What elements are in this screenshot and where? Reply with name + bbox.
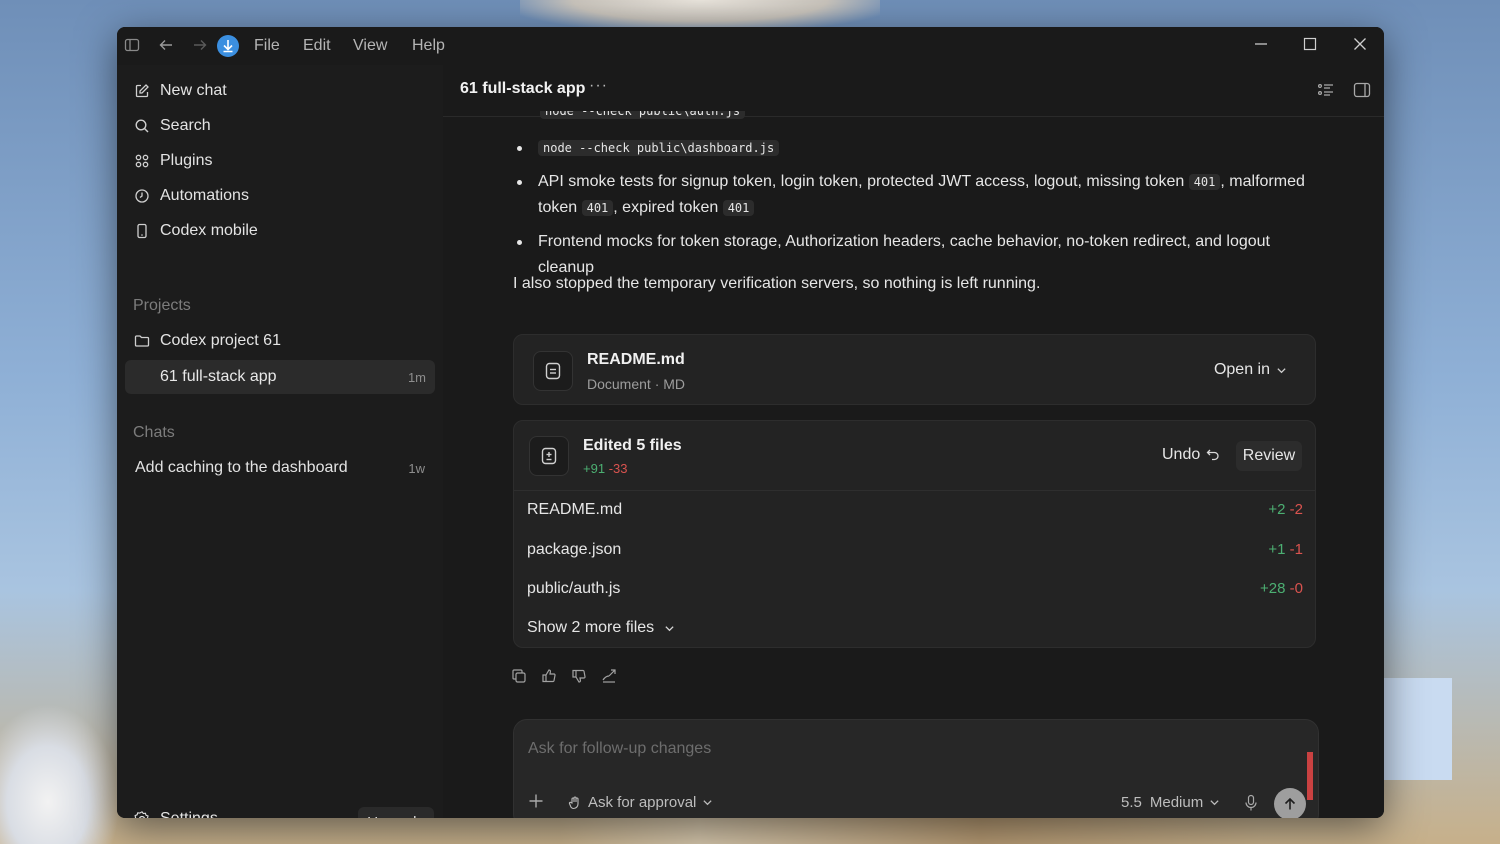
download-update-icon[interactable] xyxy=(217,35,239,57)
readme-subtitle: Document · MD xyxy=(587,376,686,392)
show-more-files-button[interactable]: Show 2 more files xyxy=(527,619,675,637)
sidebar-toggle-icon[interactable] xyxy=(123,37,141,55)
chevron-down-icon xyxy=(665,625,674,631)
maximize-icon[interactable] xyxy=(1299,35,1321,57)
sidebar-item-plugins[interactable]: Plugins xyxy=(133,147,212,175)
chevron-down-icon xyxy=(703,800,713,806)
edited-files-stats: +91 -33 xyxy=(583,461,628,476)
inline-code: 401 xyxy=(1188,174,1221,190)
thumbs-down-icon[interactable] xyxy=(571,668,587,684)
more-options-button[interactable]: ··· xyxy=(589,77,608,95)
page-title: 61 full-stack app xyxy=(460,80,586,97)
thumbs-up-icon[interactable] xyxy=(541,668,557,684)
table-row[interactable]: package.json +1 -1 xyxy=(527,541,1303,567)
upgrade-button[interactable]: Upgrade xyxy=(358,807,434,818)
chat-time: 1w xyxy=(408,461,425,476)
undo-button[interactable]: Undo xyxy=(1162,446,1220,464)
list-view-icon[interactable] xyxy=(1317,81,1335,99)
inline-code: node --check public\dashboard.js xyxy=(538,140,780,156)
thread-time: 1m xyxy=(407,369,426,385)
background-ground xyxy=(560,814,1260,844)
send-button[interactable] xyxy=(1274,788,1306,818)
sidebar-item-new-chat[interactable]: New chat xyxy=(133,77,227,105)
arrow-up-icon xyxy=(1284,797,1296,810)
hand-icon xyxy=(568,795,579,809)
edit-icon xyxy=(133,82,151,100)
projects-section-label: Projects xyxy=(133,297,191,314)
file-name: package.json xyxy=(527,541,622,558)
menu-edit[interactable]: Edit xyxy=(303,37,331,55)
sidebar-project-item[interactable]: Codex project 61 xyxy=(133,327,281,355)
readme-title: README.md xyxy=(587,351,685,368)
phone-icon xyxy=(133,222,151,240)
chevron-down-icon xyxy=(1277,367,1286,373)
minimize-icon[interactable] xyxy=(1250,35,1272,57)
share-icon[interactable] xyxy=(601,668,617,684)
inline-code: 401 xyxy=(581,200,614,216)
project-name: Codex project 61 xyxy=(160,332,281,349)
file-name: README.md xyxy=(527,501,623,518)
table-row[interactable]: public/auth.js +28 -0 xyxy=(527,580,1303,606)
sidebar-thread-active[interactable]: 61 full-stack app 1m xyxy=(125,360,435,394)
chat-label: Add caching to the dashboard xyxy=(135,459,348,476)
title-bar: File Edit View Help xyxy=(117,27,1384,65)
file-diff-icon xyxy=(529,436,569,476)
add-attachment-icon[interactable] xyxy=(528,792,544,815)
sidebar-item-label: Search xyxy=(160,117,211,134)
close-icon[interactable] xyxy=(1349,35,1371,57)
app-window: File Edit View Help New chat Search Plug… xyxy=(117,27,1384,818)
background-snow xyxy=(0,704,120,844)
folder-icon xyxy=(133,332,151,350)
conversation-header: 61 full-stack app ··· xyxy=(443,65,1384,117)
grid-icon xyxy=(133,152,151,170)
main-panel: 61 full-stack app ··· node --check publi… xyxy=(443,65,1384,818)
table-row[interactable]: README.md +2 -2 xyxy=(527,501,1303,527)
chats-section-label: Chats xyxy=(133,424,175,441)
document-icon xyxy=(533,351,573,391)
settings-button[interactable]: Settings xyxy=(133,810,218,818)
sidebar-item-label: Codex mobile xyxy=(160,222,258,239)
sidebar-item-codex-mobile[interactable]: Codex mobile xyxy=(133,217,258,245)
message-paragraph: I also stopped the temporary verificatio… xyxy=(513,275,1041,292)
sidebar-item-label: New chat xyxy=(160,82,227,99)
model-selector-dropdown[interactable]: 5.5 Medium xyxy=(1121,794,1220,811)
sidebar: New chat Search Plugins Automations Code… xyxy=(117,65,443,818)
sidebar-item-search[interactable]: Search xyxy=(133,112,211,140)
undo-icon xyxy=(1206,449,1219,461)
back-arrow-icon[interactable] xyxy=(157,37,175,55)
sidebar-item-label: Automations xyxy=(160,187,249,204)
approval-mode-dropdown[interactable]: Ask for approval xyxy=(568,794,713,811)
readme-card[interactable]: README.md Document · MD Open in xyxy=(513,334,1316,405)
menu-view[interactable]: View xyxy=(353,37,387,55)
scrolled-code-fragment: node --check public\auth.js xyxy=(540,111,746,121)
panel-toggle-icon[interactable] xyxy=(1353,81,1371,99)
clock-icon xyxy=(133,187,151,205)
chevron-down-icon xyxy=(1210,800,1219,806)
follow-up-input[interactable]: Ask for follow-up changes xyxy=(528,740,711,758)
background-square xyxy=(1384,678,1452,780)
composer: Ask for follow-up changes Ask for approv… xyxy=(513,719,1319,818)
background-cloud xyxy=(520,0,880,30)
forward-arrow-icon[interactable] xyxy=(191,37,209,55)
gear-icon xyxy=(133,810,151,818)
file-name: public/auth.js xyxy=(527,580,621,597)
sidebar-item-automations[interactable]: Automations xyxy=(133,182,249,210)
review-button[interactable]: Review xyxy=(1236,441,1302,471)
composer-accent xyxy=(1307,752,1313,800)
copy-icon[interactable] xyxy=(511,668,527,684)
sidebar-item-label: Plugins xyxy=(160,152,213,169)
settings-label: Settings xyxy=(160,810,218,818)
open-in-button[interactable]: Open in xyxy=(1214,361,1287,379)
chat-item[interactable]: Add caching to the dashboard 1w xyxy=(135,459,435,477)
edited-files-title: Edited 5 files xyxy=(583,437,682,454)
edited-files-card: Edited 5 files +91 -33 Undo Review READM… xyxy=(513,420,1316,648)
menu-help[interactable]: Help xyxy=(412,37,445,55)
inline-code: 401 xyxy=(722,200,755,216)
menu-file[interactable]: File xyxy=(254,37,280,55)
thread-label: 61 full-stack app xyxy=(160,368,277,385)
search-icon xyxy=(133,117,151,135)
message-actions xyxy=(511,668,617,684)
microphone-icon[interactable] xyxy=(1244,794,1260,812)
